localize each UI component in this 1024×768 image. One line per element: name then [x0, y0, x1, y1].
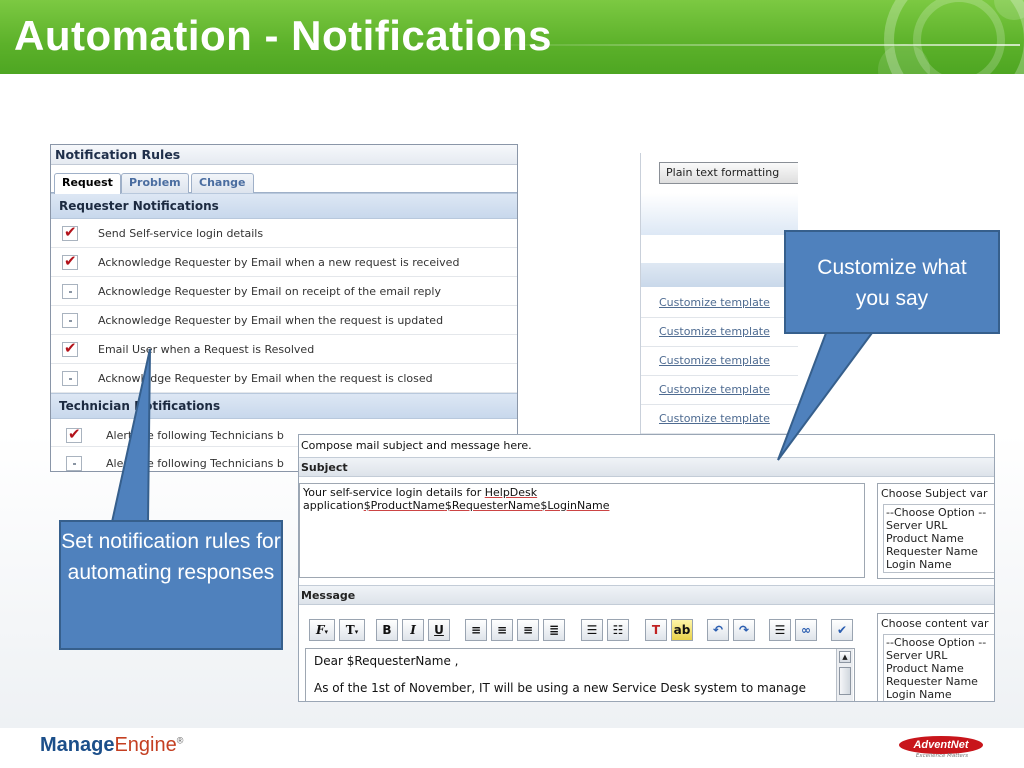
logo-registered-mark: ® — [176, 735, 184, 746]
adventnet-logo-text: AdventNet — [899, 736, 983, 754]
right-callout-text: Customize what you say — [817, 256, 967, 310]
manageengine-logo: ManageEngine® — [40, 734, 183, 757]
adventnet-tagline: Excellence Matters — [915, 753, 969, 759]
left-callout: Set notification rules for automating re… — [59, 520, 283, 650]
left-callout-text: Set notification rules for automating re… — [61, 530, 281, 584]
logo-manage-text: Manage — [40, 734, 115, 756]
right-callout: Customize what you say — [784, 230, 1000, 334]
right-callout-pointer — [777, 332, 874, 461]
logo-engine-text: Engine — [114, 734, 177, 756]
slide-footer: ManageEngine® AdventNet Excellence Matte… — [0, 728, 1024, 768]
callout-pointers — [110, 332, 874, 523]
left-callout-pointer — [110, 348, 151, 523]
adventnet-logo: AdventNet Excellence Matters — [899, 736, 983, 762]
